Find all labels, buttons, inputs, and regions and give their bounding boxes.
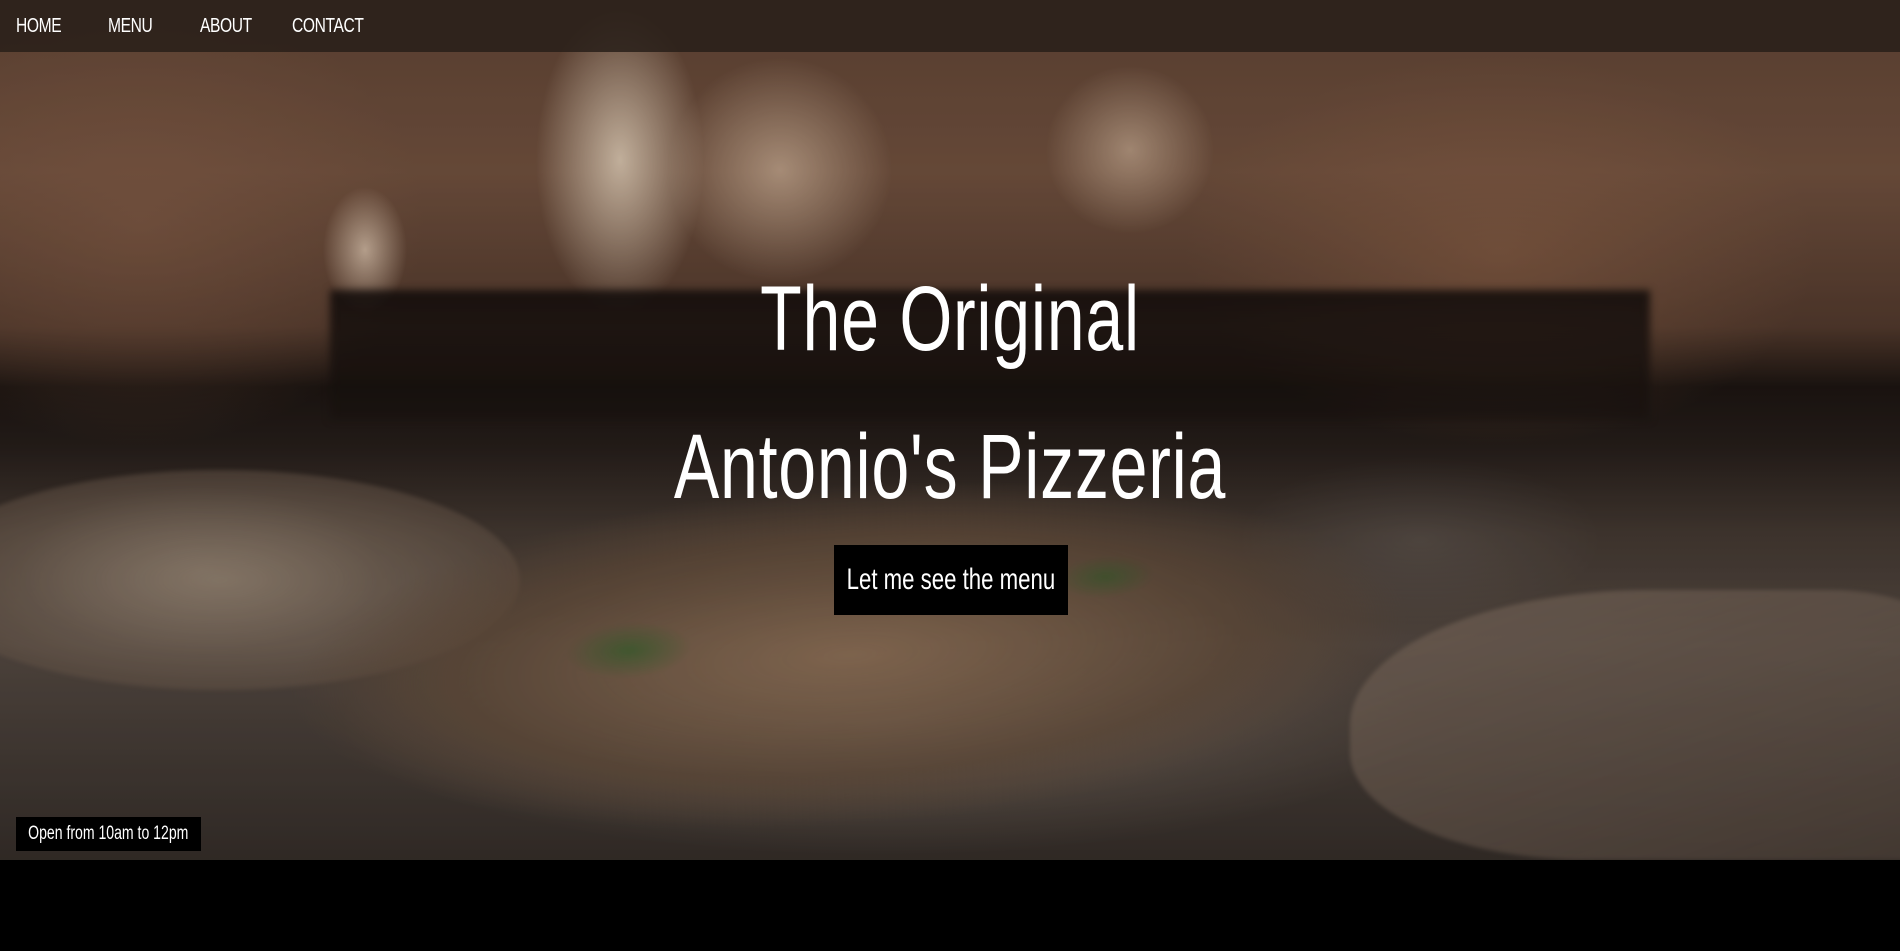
hero-title: The Original Antonio's Pizzeria (0, 245, 1900, 541)
nav-link-about[interactable]: ABOUT (200, 15, 252, 38)
hero-background-image: The Original Antonio's Pizzeria Let me s… (0, 0, 1900, 860)
nav-link-home[interactable]: HOME (16, 15, 63, 38)
see-menu-button[interactable]: Let me see the menu (834, 545, 1068, 615)
page: The Original Antonio's Pizzeria Let me s… (0, 0, 1900, 951)
opening-hours-text: Open from 10am to 12pm (28, 823, 189, 844)
hero-title-line-2: Antonio's Pizzeria (673, 416, 1227, 518)
nav-link-menu[interactable]: MENU (108, 15, 155, 38)
nav-link-contact[interactable]: CONTACT (292, 15, 364, 38)
see-menu-button-label: Let me see the menu (846, 563, 1056, 596)
opening-hours-badge: Open from 10am to 12pm (16, 817, 201, 851)
top-navbar: HOME MENU ABOUT CONTACT (0, 0, 1900, 52)
hero-title-line-1: The Original (760, 268, 1140, 370)
page-bottom-band (0, 860, 1900, 951)
